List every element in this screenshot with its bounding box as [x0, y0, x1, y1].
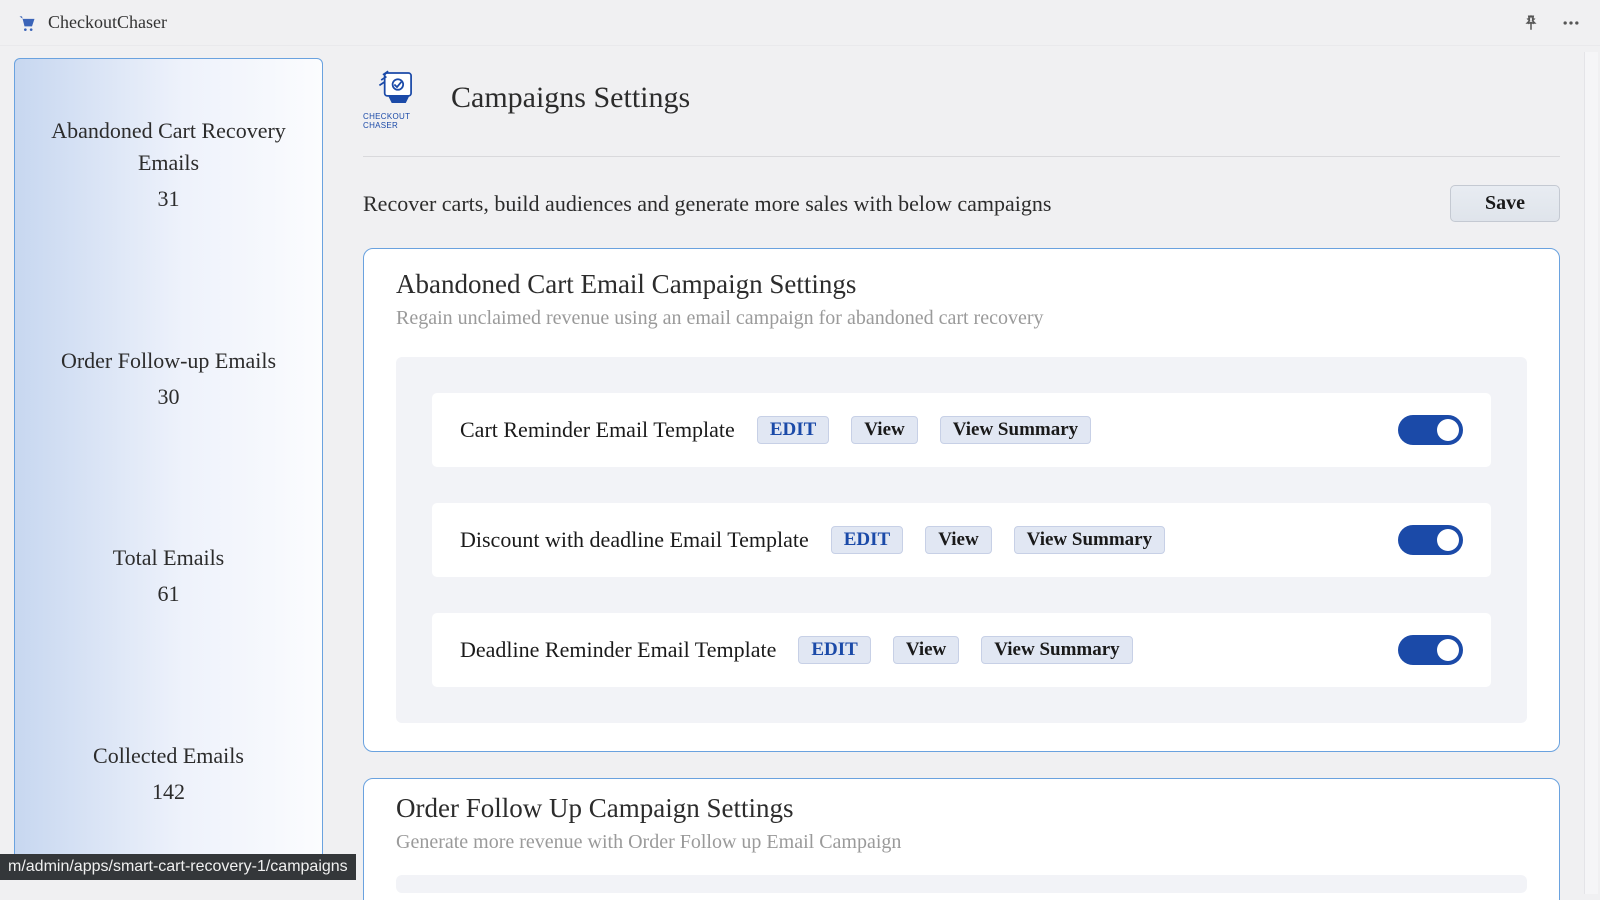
template-toggle[interactable] [1398, 525, 1463, 555]
app-logo-icon [16, 12, 38, 34]
main: CHECKOUT CHASER Campaigns Settings Recov… [323, 46, 1600, 900]
stat-total: Total Emails 61 [15, 542, 322, 610]
campaign-title: Abandoned Cart Email Campaign Settings [396, 269, 1527, 300]
stat-label: Order Follow-up Emails [15, 345, 322, 377]
edit-button[interactable]: EDIT [798, 636, 870, 664]
stat-value: 31 [15, 183, 322, 215]
topbar: CheckoutChaser [0, 0, 1600, 46]
more-icon[interactable] [1558, 10, 1584, 36]
template-name: Deadline Reminder Email Template [460, 637, 776, 663]
view-summary-button[interactable]: View Summary [1014, 526, 1165, 554]
campaign-subtitle: Regain unclaimed revenue using an email … [396, 306, 1056, 331]
scrollbar[interactable] [1584, 52, 1598, 894]
sidebar: Abandoned Cart Recovery Emails 31 Order … [14, 58, 323, 866]
template-row: Deadline Reminder Email Template EDIT Vi… [432, 613, 1491, 687]
campaign-subtitle: Generate more revenue with Order Follow … [396, 830, 1296, 855]
campaign-card-followup: Order Follow Up Campaign Settings Genera… [363, 778, 1560, 900]
template-row: Discount with deadline Email Template ED… [432, 503, 1491, 577]
stat-value: 61 [15, 578, 322, 610]
template-toggle[interactable] [1398, 635, 1463, 665]
page-title: Campaigns Settings [451, 81, 690, 115]
page-header: CHECKOUT CHASER Campaigns Settings [363, 66, 1560, 157]
template-toggle[interactable] [1398, 415, 1463, 445]
stat-label: Abandoned Cart Recovery Emails [15, 115, 322, 179]
view-summary-button[interactable]: View Summary [940, 416, 1091, 444]
pin-icon[interactable] [1518, 10, 1544, 36]
save-button[interactable]: Save [1450, 185, 1560, 222]
template-name: Cart Reminder Email Template [460, 417, 735, 443]
edit-button[interactable]: EDIT [831, 526, 903, 554]
edit-button[interactable]: EDIT [757, 416, 829, 444]
view-summary-button[interactable]: View Summary [981, 636, 1132, 664]
view-button[interactable]: View [893, 636, 959, 664]
stat-abandoned: Abandoned Cart Recovery Emails 31 [15, 115, 322, 215]
brand-logo-icon: CHECKOUT CHASER [363, 66, 431, 130]
stat-collected: Collected Emails 142 [15, 740, 322, 808]
stat-value: 142 [15, 776, 322, 808]
view-button[interactable]: View [925, 526, 991, 554]
template-name: Discount with deadline Email Template [460, 527, 809, 553]
view-button[interactable]: View [851, 416, 917, 444]
app-title: CheckoutChaser [48, 12, 167, 33]
template-row: Cart Reminder Email Template EDIT View V… [432, 393, 1491, 467]
page-subtitle: Recover carts, build audiences and gener… [363, 191, 1450, 217]
stat-followup: Order Follow-up Emails 30 [15, 345, 322, 413]
status-url-tooltip: m/admin/apps/smart-cart-recovery-1/campa… [0, 854, 356, 880]
stat-value: 30 [15, 381, 322, 413]
stat-label: Total Emails [15, 542, 322, 574]
brand-caption: CHECKOUT CHASER [363, 112, 431, 130]
campaign-title: Order Follow Up Campaign Settings [396, 793, 1527, 824]
stat-label: Collected Emails [15, 740, 322, 772]
campaign-card-abandoned: Abandoned Cart Email Campaign Settings R… [363, 248, 1560, 752]
